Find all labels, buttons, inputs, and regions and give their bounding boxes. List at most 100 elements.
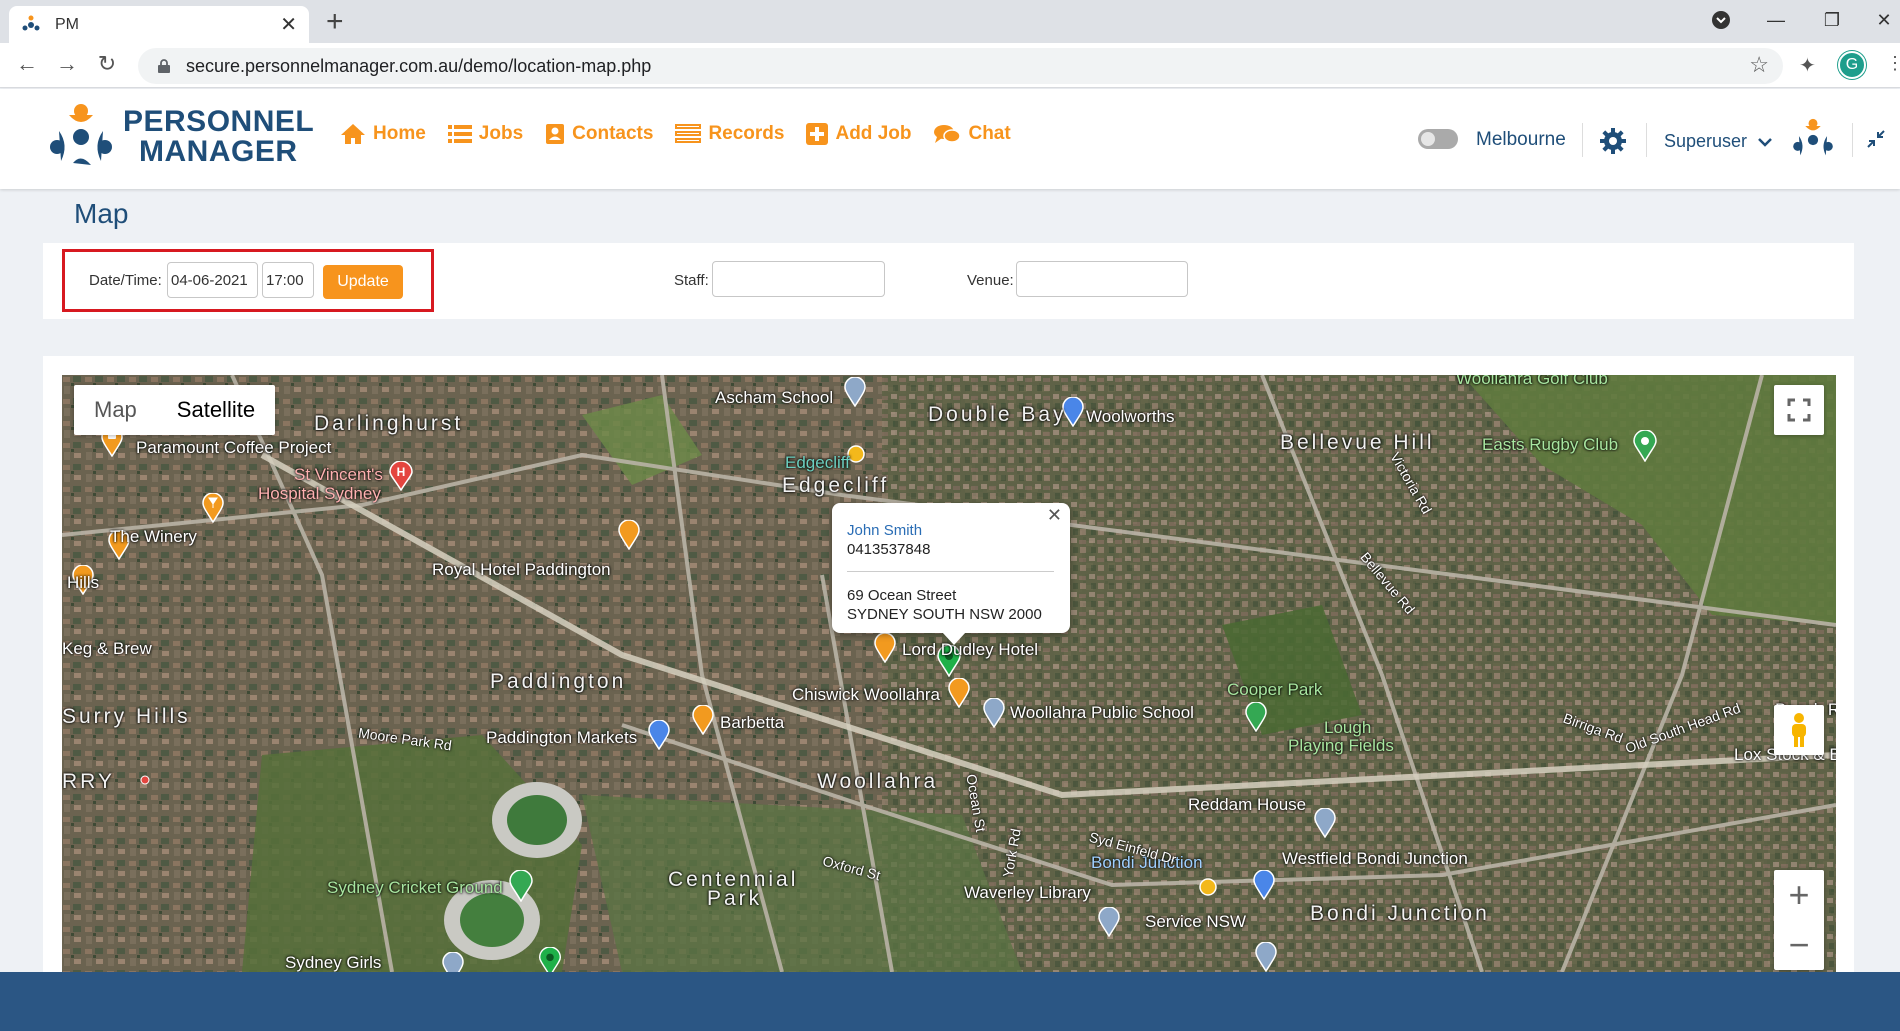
map-type-control: Map Satellite: [74, 385, 276, 435]
footer-bar: [0, 972, 1900, 1031]
staff-label: Staff:: [674, 272, 709, 289]
home-icon: [341, 124, 365, 144]
window-close-icon[interactable]: ✕: [1858, 0, 1900, 40]
restaurant-pin-icon[interactable]: [948, 678, 970, 708]
reload-icon[interactable]: ↻: [92, 51, 122, 77]
info-window-close-icon[interactable]: ✕: [1047, 505, 1062, 526]
user-avatar-logo-icon[interactable]: [1790, 117, 1836, 163]
tab-title: PM: [55, 15, 79, 33]
header-divider: [1582, 123, 1583, 157]
collapse-arrows-icon[interactable]: [1866, 129, 1886, 149]
map-label: Double Bay: [928, 403, 1067, 426]
chevron-down-icon: [1758, 138, 1772, 147]
back-icon[interactable]: ←: [12, 51, 42, 77]
nav-chat[interactable]: Chat: [933, 123, 1011, 145]
zoom-in-button[interactable]: +: [1774, 870, 1824, 920]
venue-input[interactable]: [1016, 261, 1188, 297]
new-tab-icon[interactable]: +: [326, 5, 344, 39]
map-label: Ascham School: [715, 388, 834, 407]
staff-info-window: ✕ John Smith 0413537848 69 Ocean Street …: [832, 503, 1070, 645]
nav-jobs[interactable]: Jobs: [447, 123, 523, 145]
map-label: Woollahra: [817, 770, 939, 793]
satellite-map[interactable]: H Darlinghurst Paramount Coffee Project …: [62, 375, 1836, 972]
nav-records-label: Records: [708, 123, 785, 144]
hospital-pin-icon[interactable]: H: [389, 461, 413, 491]
address-bar[interactable]: secure.personnelmanager.com.au/demo/loca…: [138, 48, 1783, 84]
school-pin-icon[interactable]: [983, 698, 1005, 728]
staff-address-line2: SYDNEY SOUTH NSW 2000: [847, 606, 1042, 623]
browser-tab[interactable]: PM ✕: [9, 6, 309, 43]
map-label: Sydney Girls: [285, 953, 382, 972]
venue-label: Venue:: [967, 272, 1014, 289]
bar-pin-icon[interactable]: [874, 633, 896, 663]
staff-input[interactable]: [712, 261, 885, 297]
staff-location-pin-icon[interactable]: [538, 947, 562, 972]
user-name: Superuser: [1664, 131, 1748, 151]
minimize-icon[interactable]: —: [1750, 0, 1802, 40]
bar-pin-icon[interactable]: [202, 493, 224, 523]
map-label: Hills: [67, 573, 100, 592]
map-label: Sydney Cricket Ground: [327, 878, 503, 897]
user-menu[interactable]: Superuser: [1664, 131, 1772, 152]
time-input[interactable]: 17:00: [262, 262, 314, 298]
nav-add-job[interactable]: Add Job: [806, 123, 911, 145]
restore-icon[interactable]: ❐: [1806, 0, 1858, 40]
restaurant-pin-icon[interactable]: [692, 705, 714, 735]
logo-line2: MANAGER: [139, 135, 298, 168]
logo-mark-icon: [50, 104, 112, 165]
map-label: Park: [707, 887, 763, 910]
date-input[interactable]: 04-06-2021: [167, 262, 258, 298]
school-pin-icon[interactable]: [442, 952, 464, 972]
map-type-map-button[interactable]: Map: [74, 385, 157, 435]
info-window-divider: [847, 571, 1054, 572]
extensions-puzzle-icon[interactable]: ✦: [1799, 53, 1816, 78]
map-label: Keg & Brew: [62, 639, 152, 658]
update-button[interactable]: Update: [323, 265, 403, 299]
map-label: Paddington Markets: [486, 728, 638, 747]
browser-menu-icon[interactable]: ⋮: [1886, 53, 1900, 74]
map-label: The Winery: [110, 527, 197, 546]
location-toggle[interactable]: [1418, 129, 1458, 149]
map-label: St Vincent's: [294, 465, 383, 484]
nav-contacts[interactable]: Contacts: [545, 123, 653, 145]
stadium-pin-icon[interactable]: [509, 870, 533, 902]
zoom-out-button[interactable]: −: [1774, 920, 1824, 970]
profile-avatar[interactable]: G: [1838, 51, 1866, 79]
contact-icon: [546, 124, 565, 144]
lock-icon: [158, 59, 170, 73]
personnel-manager-logo[interactable]: PERSONNEL MANAGER: [45, 101, 314, 173]
restaurant-pin-icon[interactable]: [618, 520, 640, 550]
train-station-pin-icon[interactable]: [1199, 878, 1217, 896]
map-label: Surry Hills: [62, 705, 191, 728]
nav-contacts-label: Contacts: [572, 123, 654, 144]
government-pin-icon[interactable]: [1255, 942, 1277, 972]
library-pin-icon[interactable]: [1098, 907, 1120, 937]
nav-home[interactable]: Home: [340, 123, 426, 145]
tab-search-icon[interactable]: [1695, 0, 1747, 40]
map-label: Westfield Bondi Junction: [1282, 849, 1468, 868]
park-pin-icon[interactable]: [1245, 702, 1267, 732]
shopping-pin-icon[interactable]: [648, 720, 670, 750]
park-pin-icon[interactable]: [1633, 430, 1657, 462]
tab-close-icon[interactable]: ✕: [280, 12, 297, 37]
browser-toolbar: ← → ↻ secure.personnelmanager.com.au/dem…: [0, 43, 1900, 88]
forward-icon[interactable]: →: [52, 51, 82, 77]
nav-records[interactable]: Records: [675, 123, 784, 145]
gear-icon[interactable]: [1599, 127, 1627, 155]
map-label: Woolworths: [1086, 407, 1175, 426]
bookmark-star-icon[interactable]: ☆: [1749, 52, 1769, 78]
map-type-satellite-button[interactable]: Satellite: [157, 385, 275, 435]
school-pin-icon[interactable]: [844, 377, 866, 407]
fullscreen-button[interactable]: [1774, 385, 1824, 435]
staff-name-link[interactable]: John Smith: [847, 521, 1054, 540]
shopping-pin-icon[interactable]: [1253, 870, 1275, 900]
map-label: Waverley Library: [964, 883, 1091, 902]
map-label: Woollahra Public School: [1010, 703, 1194, 722]
main-nav: Home Jobs Contacts Records Add Job Chat: [340, 123, 1011, 145]
map-label: Cooper Park: [1227, 680, 1323, 699]
school-pin-icon[interactable]: [1314, 808, 1336, 838]
map-label: Hospital Sydney: [258, 484, 381, 503]
map-label: Lough: [1324, 718, 1372, 737]
street-view-pegman-button[interactable]: [1774, 705, 1824, 755]
map-label: Playing Fields: [1288, 736, 1394, 755]
